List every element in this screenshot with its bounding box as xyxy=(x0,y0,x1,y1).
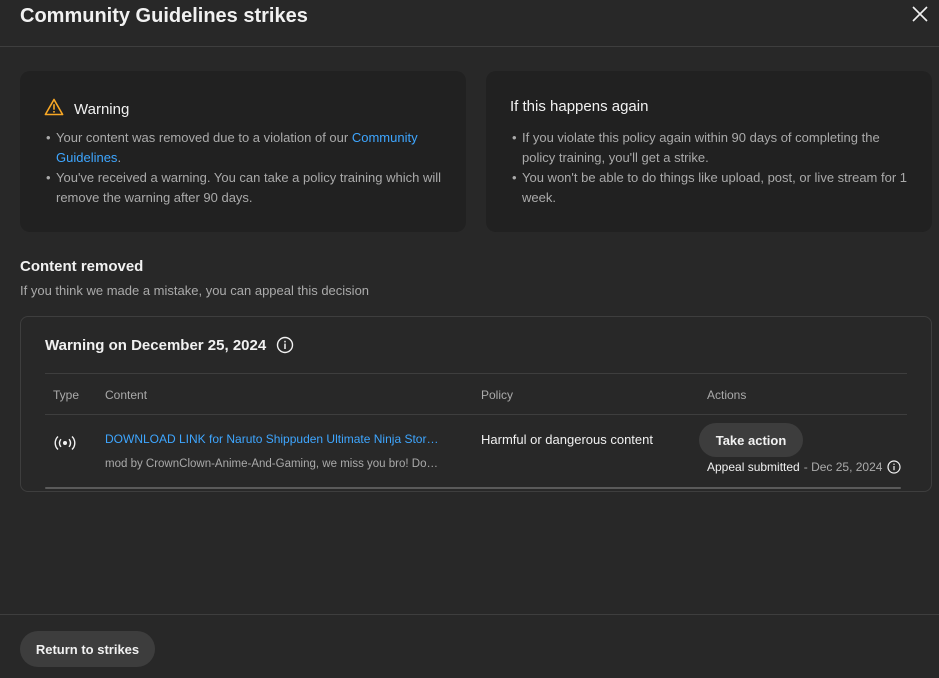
if-happens-again-card: If this happens again If you violate thi… xyxy=(486,71,932,232)
panel-heading-text: Warning on December 25, 2024 xyxy=(45,336,267,354)
column-actions: Actions xyxy=(707,388,747,402)
appeal-date: - Dec 25, 2024 xyxy=(803,460,883,474)
warning-card-heading: Warning xyxy=(44,98,129,120)
appeal-status-text: Appeal submitted xyxy=(707,460,800,474)
take-action-button[interactable]: Take action xyxy=(699,423,803,457)
panel-heading: Warning on December 25, 2024 xyxy=(45,336,294,354)
live-broadcast-icon xyxy=(53,433,77,453)
table-header: Type Content Policy Actions xyxy=(45,373,907,415)
appeal-info-icon[interactable] xyxy=(887,460,902,474)
warning-bullet-2: You've received a warning. You can take … xyxy=(46,168,446,208)
table-row: DOWNLOAD LINK for Naruto Shippuden Ultim… xyxy=(45,415,907,487)
content-removed-subtitle: If you think we made a mistake, you can … xyxy=(20,283,370,298)
warning-bullet-1-end: . xyxy=(117,150,122,165)
column-type: Type xyxy=(53,388,80,402)
warning-bullet-1: Your content was removed due to a violat… xyxy=(46,128,446,168)
warning-card: Warning Your content was removed due to … xyxy=(20,71,466,232)
content-description: mod by CrownClown-Anime-And-Gaming, we m… xyxy=(105,458,438,470)
content-removed-title: Content removed xyxy=(20,258,144,275)
warning-heading-text: Warning xyxy=(74,100,130,118)
warning-icon xyxy=(44,98,64,120)
warning-panel: Warning on December 25, 2024 Type Conten… xyxy=(20,316,932,492)
again-card-heading: If this happens again xyxy=(510,98,649,115)
again-bullets: If you violate this policy again within … xyxy=(512,128,912,208)
dialog-title: Community Guidelines strikes xyxy=(20,5,308,27)
return-to-strikes-button[interactable]: Return to strikes xyxy=(20,631,155,667)
column-policy: Policy xyxy=(481,388,514,402)
again-bullet-1: If you violate this policy again within … xyxy=(512,128,912,168)
appeal-status: Appeal submitted - Dec 25, 2024 xyxy=(707,460,902,474)
policy-name: Harmful or dangerous content xyxy=(481,432,653,447)
dialog-footer: Return to strikes xyxy=(0,614,939,678)
column-content: Content xyxy=(105,388,148,402)
horizontal-scrollbar[interactable] xyxy=(45,487,901,489)
info-icon[interactable] xyxy=(276,336,294,354)
strikes-dialog: Community Guidelines strikes Warning You… xyxy=(0,0,939,678)
warning-bullet-1-text: Your content was removed due to a violat… xyxy=(56,130,352,145)
again-bullet-2: You won't be able to do things like uplo… xyxy=(512,168,912,208)
close-icon[interactable] xyxy=(910,4,930,24)
dialog-header: Community Guidelines strikes xyxy=(0,0,939,47)
content-title-link[interactable]: DOWNLOAD LINK for Naruto Shippuden Ultim… xyxy=(105,432,459,446)
warning-bullets: Your content was removed due to a violat… xyxy=(46,128,446,208)
